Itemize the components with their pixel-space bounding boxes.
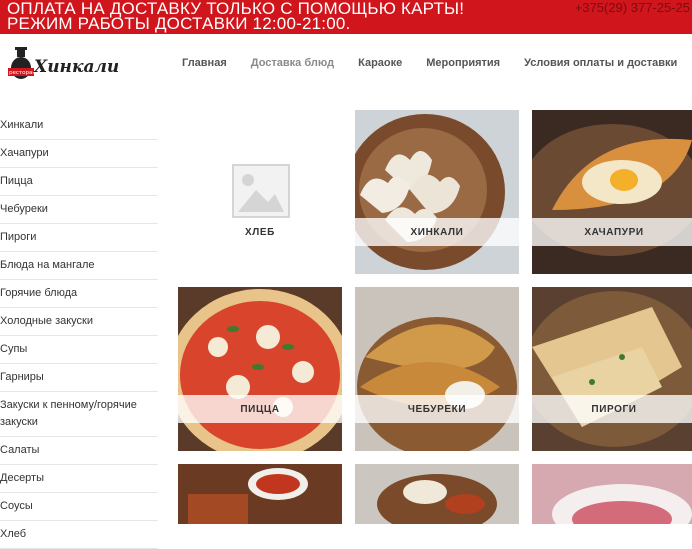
top-banner: ОПЛАТА НА ДОСТАВКУ ТОЛЬКО С ПОМОЩЬЮ КАРТ… bbox=[0, 0, 692, 34]
sidebar-item-pies[interactable]: Пироги bbox=[0, 224, 158, 252]
pizza-photo bbox=[178, 287, 342, 451]
tile-hot-dishes[interactable] bbox=[355, 464, 519, 524]
nav-delivery[interactable]: Доставка блюд bbox=[251, 56, 334, 74]
tile-khachapuri[interactable]: ХАЧАПУРИ bbox=[532, 110, 692, 274]
sidebar-item-pizza[interactable]: Пицца bbox=[0, 168, 158, 196]
category-sidebar: Хинкали Хачапури Пицца Чебуреки Пироги Б… bbox=[0, 112, 158, 549]
nav-home[interactable]: Главная bbox=[182, 56, 227, 74]
sidebar-item-chebureki[interactable]: Чебуреки bbox=[0, 196, 158, 224]
pie-photo bbox=[532, 287, 692, 451]
banner-hours-notice: РЕЖИМ РАБОТЫ ДОСТАВКИ 12:00-21:00. bbox=[7, 14, 351, 33]
tile-pizza[interactable]: ПИЦЦА bbox=[178, 287, 342, 451]
chebureki-photo bbox=[355, 287, 519, 451]
tile-cold-snacks[interactable] bbox=[532, 464, 692, 524]
tile-label: ЧЕБУРЕКИ bbox=[355, 395, 519, 423]
sidebar-item-desserts[interactable]: Десерты bbox=[0, 465, 158, 493]
placeholder-image-icon bbox=[232, 164, 290, 218]
tile-khinkali[interactable]: ХИНКАЛИ bbox=[355, 110, 519, 274]
tile-grill[interactable] bbox=[178, 464, 342, 524]
sidebar-item-sauces[interactable]: Соусы bbox=[0, 493, 158, 521]
logo-small-text: ресторан bbox=[9, 70, 36, 76]
sidebar-item-hot-dishes[interactable]: Горячие блюда bbox=[0, 280, 158, 308]
sidebar-item-salads[interactable]: Салаты bbox=[0, 437, 158, 465]
sidebar-item-beer-snacks[interactable]: Закуски к пенному/горячие закуски bbox=[0, 392, 158, 437]
tile-label: ХЛЕБ bbox=[245, 226, 275, 238]
khinkali-photo bbox=[355, 110, 519, 274]
logo-name: ХинкалиЦ bbox=[33, 57, 118, 77]
sidebar-item-khachapuri[interactable]: Хачапури bbox=[0, 140, 158, 168]
sidebar-item-cold-snacks[interactable]: Холодные закуски bbox=[0, 308, 158, 336]
category-grid: ХЛЕБ ХИНКАЛИ ХАЧАПУРИ ПИЦЦА ЧЕБУРЕКИ ПИР… bbox=[178, 110, 692, 524]
site-logo[interactable]: ресторан ХинкалиЦ bbox=[6, 44, 136, 82]
tile-label: ХИНКАЛИ bbox=[355, 218, 519, 246]
tile-label: ПИРОГИ bbox=[532, 395, 692, 423]
nav-payment-delivery-terms[interactable]: Условия оплаты и доставки bbox=[524, 56, 677, 74]
khachapuri-photo bbox=[532, 110, 692, 274]
sidebar-item-soups[interactable]: Супы bbox=[0, 336, 158, 364]
grill-photo bbox=[178, 464, 342, 524]
cold-snack-photo bbox=[532, 464, 692, 524]
tile-bread[interactable]: ХЛЕБ bbox=[178, 110, 342, 274]
sidebar-item-khinkali[interactable]: Хинкали bbox=[0, 112, 158, 140]
hot-dish-photo bbox=[355, 464, 519, 524]
tile-label: ХАЧАПУРИ bbox=[532, 218, 692, 246]
site-header: ресторан ХинкалиЦ Главная Доставка блюд … bbox=[0, 34, 692, 94]
tile-label: ПИЦЦА bbox=[178, 395, 342, 423]
phone-number[interactable]: +375(29) 377-25-25 bbox=[575, 0, 690, 15]
sidebar-item-bread[interactable]: Хлеб bbox=[0, 521, 158, 549]
sidebar-item-garnishes[interactable]: Гарниры bbox=[0, 364, 158, 392]
tile-chebureki[interactable]: ЧЕБУРЕКИ bbox=[355, 287, 519, 451]
tile-pies[interactable]: ПИРОГИ bbox=[532, 287, 692, 451]
sidebar-item-grill[interactable]: Блюда на мангале bbox=[0, 252, 158, 280]
nav-events[interactable]: Мероприятия bbox=[426, 56, 500, 74]
main-nav: Главная Доставка блюд Караоке Мероприяти… bbox=[182, 56, 692, 74]
nav-karaoke[interactable]: Караоке bbox=[358, 56, 402, 74]
